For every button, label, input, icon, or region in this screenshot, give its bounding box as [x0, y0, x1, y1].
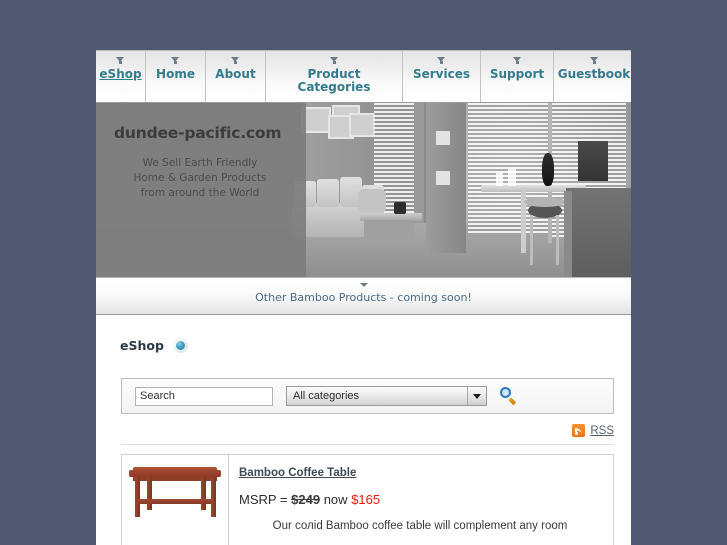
dropdown-funnel-icon	[171, 57, 180, 65]
product-list-row: Bamboo Coffee Table MSRP = $249 now $165…	[121, 454, 614, 545]
announcement-bar[interactable]: Other Bamboo Products - coming soon!	[96, 278, 631, 315]
dropdown-funnel-icon	[231, 57, 240, 65]
dropdown-funnel-icon	[329, 57, 339, 65]
chevron-down-icon	[359, 283, 368, 287]
nav-item-label: Product Categories	[297, 67, 371, 94]
nav-item-label: eShop	[99, 67, 142, 81]
product-price: MSRP = $249 now $165	[239, 492, 613, 507]
page-title: eShop	[120, 338, 164, 353]
product-description: Our солid Bamboo coffee table will compl…	[272, 520, 568, 532]
banner-title: dundee-pacific.com	[114, 124, 282, 142]
price-prefix: MSRP =	[239, 492, 288, 507]
dropdown-funnel-icon	[589, 57, 599, 65]
nav-item-label: Home	[156, 67, 195, 81]
nav-item-label: Support	[489, 67, 545, 81]
announcement-text: Other Bamboo Products - coming soon!	[255, 291, 472, 304]
nav-item-services[interactable]: Services	[403, 51, 481, 102]
nav-item-eshop[interactable]: eShop	[96, 51, 146, 102]
nav-item-label: Services	[412, 67, 471, 81]
dropdown-funnel-icon	[116, 57, 125, 65]
product-thumbnail-cell[interactable]	[122, 455, 229, 545]
category-select-label: All categories	[293, 390, 360, 402]
banner-tagline: We Sell Earth Friendly Home & Garden Prod…	[133, 157, 267, 199]
nav-item-guestbook[interactable]: Guestbook	[554, 51, 631, 102]
section-header: eShop	[96, 316, 631, 353]
nav-item-product-categories[interactable]: Product Categories	[266, 51, 403, 102]
main-navigation: eShop Home About Product Categories Serv…	[96, 50, 631, 103]
rss-link[interactable]: RSS	[590, 425, 614, 437]
main-content: eShop All categories RSS	[96, 315, 631, 545]
nav-item-label: Guestbook	[557, 67, 631, 81]
dropdown-funnel-icon	[512, 57, 522, 65]
nav-item-home[interactable]: Home	[146, 51, 206, 102]
price-original: $249	[291, 492, 321, 507]
category-select[interactable]: All categories	[286, 386, 487, 406]
price-separator: now	[323, 492, 348, 507]
product-thumbnail-image	[127, 462, 223, 520]
search-submit-button[interactable]	[500, 387, 518, 405]
info-icon[interactable]	[172, 338, 188, 353]
magnifier-handle-icon	[508, 397, 517, 405]
site-banner: dundee-pacific.com We Sell Earth Friendl…	[96, 103, 631, 278]
search-input[interactable]	[135, 386, 273, 406]
magnifier-icon	[500, 387, 511, 398]
nav-item-support[interactable]: Support	[481, 51, 554, 102]
rss-row: RSS	[96, 424, 614, 437]
rss-icon[interactable]	[572, 424, 586, 437]
dropdown-funnel-icon	[437, 57, 446, 65]
divider	[121, 444, 614, 445]
chevron-down-icon[interactable]	[467, 387, 486, 405]
product-title-link[interactable]: Bamboo Coffee Table	[239, 467, 356, 479]
nav-item-label: About	[215, 67, 256, 81]
site-page: eShop Home About Product Categories Serv…	[96, 50, 631, 545]
product-info: Bamboo Coffee Table MSRP = $249 now $165…	[229, 455, 613, 545]
nav-item-about[interactable]: About	[206, 51, 266, 102]
search-panel: All categories	[121, 378, 614, 414]
price-sale: $165	[351, 492, 381, 507]
